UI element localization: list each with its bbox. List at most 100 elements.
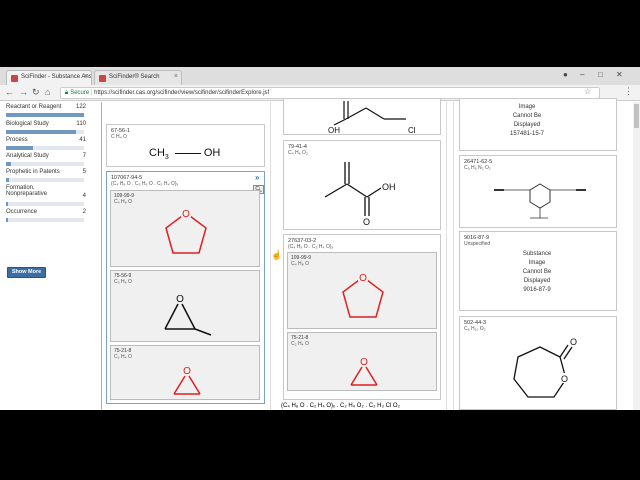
structure-ethylene-oxide: O [350, 357, 378, 386]
facet-reactant-or-reagent[interactable]: Reactant or Reagent 122 [6, 104, 88, 118]
structure-caprolactone: O O [513, 337, 577, 398]
column-divider [101, 102, 102, 410]
home-icon[interactable]: ⌂ [45, 87, 50, 97]
facet-formation-nonpreparative[interactable]: Formation, Nonpreparative 4 [6, 185, 88, 207]
reload-icon[interactable]: ↻ [32, 87, 40, 98]
video-letterbox-top [0, 0, 640, 67]
component-card-thf[interactable]: 109-99-9 C₄ H₈ O O [287, 252, 437, 329]
scifinder-favicon [99, 75, 106, 82]
molecular-formula: (C₄ H₈ O . C₂ H₄ O)ₓ [288, 244, 334, 250]
facet-count: 110 [76, 121, 86, 127]
back-icon[interactable]: ← [5, 87, 14, 97]
svg-text:Cl: Cl [408, 126, 416, 135]
component-card-propylene-oxide[interactable]: 75-56-9 C₃ H₆ O O [110, 270, 260, 342]
minimize-icon[interactable]: – [580, 70, 584, 79]
facet-count: 41 [79, 137, 86, 143]
substance-card-9016-87-9[interactable]: 9016-87-9 Unspecified Substance Image Ca… [459, 231, 617, 311]
facet-bar [6, 202, 84, 206]
molecular-formula: C₄ H₈ O [114, 199, 133, 205]
svg-text:O: O [182, 209, 190, 220]
close-icon[interactable]: × [174, 73, 178, 80]
image-unavailable-text: Substance Image Cannot Be Displayed 9016… [522, 251, 552, 293]
facet-count: 2 [82, 209, 86, 215]
structure-diisocyanate [494, 183, 586, 219]
molecular-formula: (C₄ H₈ O . C₃ H₆ O . C₂ H₄ O)ₓ [111, 181, 179, 187]
facet-count: 5 [82, 169, 86, 175]
video-letterbox-bottom [0, 410, 640, 480]
column-divider [453, 102, 454, 410]
facet-label: Process [6, 137, 28, 143]
facet-bar [6, 113, 84, 117]
facet-bar [6, 218, 84, 222]
browser-window: SciFinder - Substance Ans × SciFinder® S… [0, 67, 640, 410]
facet-label-line2: Nonpreparative [6, 191, 48, 197]
substance-card-copolymer[interactable]: 107067-94-5 (C₄ H₈ O . C₃ H₆ O . C₂ H₄ O… [106, 171, 265, 404]
svg-text:O: O [570, 337, 577, 347]
component-card-thf[interactable]: 109-99-9 C₄ H₈ O O [110, 190, 260, 267]
structure-methanol: CH3 OH [149, 147, 221, 162]
substance-card-copolymer-2[interactable]: 27637-03-2 (C₄ H₈ O . C₂ H₄ O)ₓ 109-99-9… [283, 234, 441, 400]
show-more-button[interactable]: Show More [7, 267, 46, 278]
substance-card-502-44-3[interactable]: 502-44-3 C₆ H₁₀ O₂ O O [459, 316, 617, 410]
close-icon[interactable]: × [84, 73, 88, 80]
facet-bar [6, 130, 84, 134]
profile-icon[interactable]: ● [563, 70, 568, 79]
facet-bar [6, 146, 84, 150]
facet-occurrence[interactable]: Occurrence 2 [6, 209, 88, 223]
svg-text:OH: OH [382, 182, 396, 192]
facet-bar [6, 162, 84, 166]
facet-count: 4 [82, 193, 86, 199]
forward-icon[interactable]: → [19, 87, 28, 97]
url-text: https://scifinder.cas.org/scifinder/view… [94, 90, 270, 96]
facet-label: Prophetic in Patents [6, 169, 60, 175]
page-content: Reactant or Reagent 122 Biological Study… [0, 98, 640, 410]
structure-chloro-hydroxy-compound: OH Cl [328, 101, 416, 135]
lock-icon: 🔒︎ [65, 90, 69, 96]
scrollbar-thumb[interactable] [634, 104, 639, 128]
component-card-ethylene-oxide[interactable]: 75-21-8 C₂ H₄ O O [110, 345, 260, 400]
facet-biological-study[interactable]: Biological Study 110 [6, 121, 88, 135]
molecular-formula: C₃ H₆ O [114, 279, 132, 285]
facet-label: Analytical Study [6, 153, 49, 159]
svg-text:O: O [363, 217, 370, 227]
facet-count: 7 [82, 153, 86, 159]
facet-process[interactable]: Process 41 [6, 137, 88, 151]
close-window-icon[interactable]: ✕ [616, 70, 623, 79]
tab-label: SciFinder - Substance Ans [21, 74, 92, 80]
molecular-formula: C₂ H₄ O [114, 354, 132, 360]
substance-card-methacrylic-acid[interactable]: 79-41-4 C₄ H₆ O₂ OH O [283, 140, 441, 230]
substance-card-26471-62-5[interactable]: 26471-62-5 C₉ H₆ N₂ O₂ [459, 155, 617, 228]
bookmark-star-icon[interactable]: ☆ [584, 87, 591, 96]
substance-formula-bottom: (C₄ H₈ O . C₂ H₄ O)ₓ . C₂ H₄ O₂ . C₂ H₃ … [281, 403, 400, 409]
tab-scifinder-search[interactable]: SciFinder® Search × [94, 70, 182, 85]
secure-label: Secure [70, 90, 90, 96]
molecular-formula: C₄ H₆ O₂ [288, 150, 308, 156]
tab-bar: SciFinder - Substance Ans × SciFinder® S… [0, 67, 640, 85]
substance-card-chloro-compound[interactable]: OH Cl [283, 98, 441, 135]
molecular-formula: Unspecified [464, 241, 491, 247]
molecular-formula: C₄ H₈ O [291, 261, 310, 267]
substance-card-157481-15-7[interactable]: Image Cannot Be Displayed 157481-15-7 [459, 98, 617, 151]
facet-panel: Reactant or Reagent 122 Biological Study… [0, 102, 98, 410]
svg-text:O: O [183, 366, 191, 377]
structure-tetrahydrofuran: O [165, 209, 207, 254]
tab-label: SciFinder® Search [109, 74, 160, 80]
molecular-formula: C₆ H₁₀ O₂ [464, 326, 486, 332]
column-divider [446, 102, 447, 410]
component-card-ethylene-oxide[interactable]: 75-21-8 C₂ H₄ O O [287, 332, 437, 391]
expand-icon[interactable]: » [255, 173, 259, 182]
facet-prophetic-in-patents[interactable]: Prophetic in Patents 5 [6, 169, 88, 183]
menu-icon[interactable]: ⋮ [624, 86, 633, 97]
facet-analytical-study[interactable]: Analytical Study 7 [6, 153, 88, 167]
tab-substance-answer[interactable]: SciFinder - Substance Ans × [6, 70, 92, 85]
structure-ethylene-oxide: O [173, 366, 201, 395]
molecular-formula: C₉ H₆ N₂ O₂ [464, 165, 491, 171]
scifinder-favicon [11, 75, 18, 82]
page-scrollbar[interactable] [633, 102, 640, 410]
mouse-cursor: ☝ [271, 250, 283, 260]
maximize-icon[interactable]: □ [598, 70, 603, 79]
structure-tetrahydrofuran: O [342, 273, 384, 318]
substance-card-methanol[interactable]: 67-56-1 C H₄ O CH3 OH [106, 124, 265, 167]
image-unavailable-text: Image Cannot Be Displayed 157481-15-7 [509, 104, 545, 137]
molecular-formula: C₂ H₄ O [291, 341, 309, 347]
